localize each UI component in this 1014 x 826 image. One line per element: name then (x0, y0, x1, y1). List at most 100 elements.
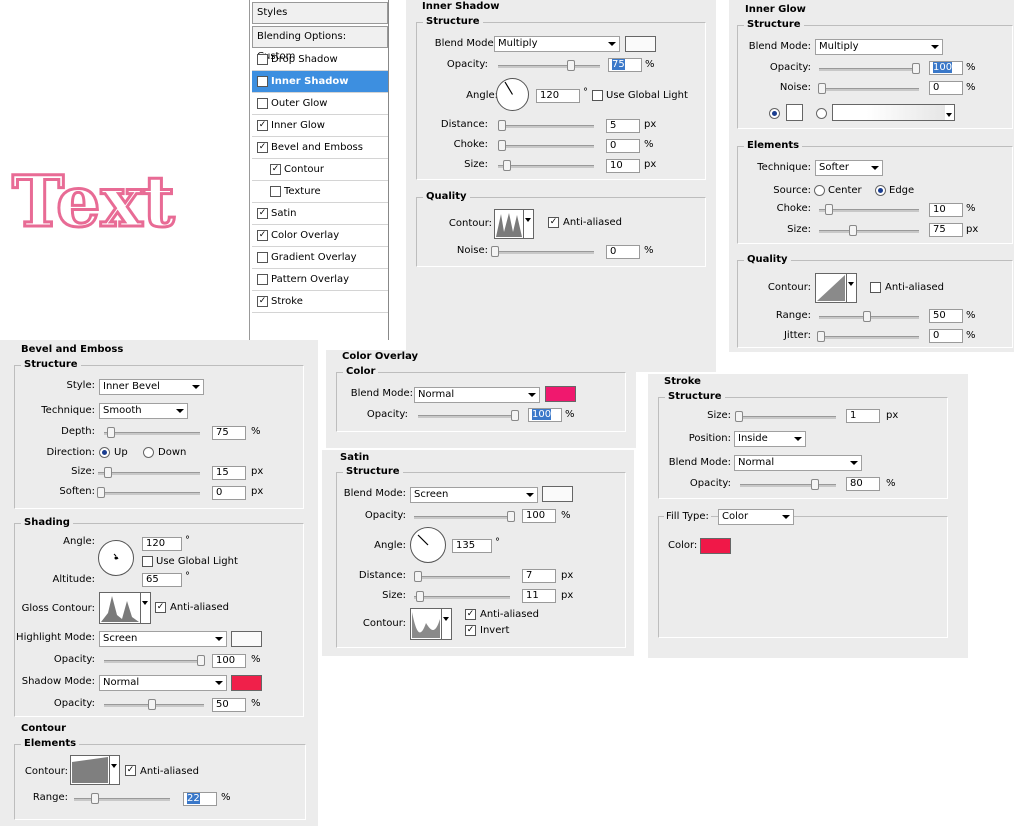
size-slider[interactable] (98, 467, 200, 478)
gloss-contour-preview[interactable] (99, 592, 141, 624)
highlight-opacity-thumb[interactable] (197, 655, 205, 666)
highlight-color-swatch[interactable] (231, 631, 262, 647)
soften-input[interactable]: 0 (212, 486, 246, 500)
global-light-checkbox[interactable] (142, 556, 153, 567)
style-item-pattern-overlay[interactable]: Pattern Overlay (252, 269, 389, 291)
style-item-checkbox[interactable] (257, 54, 268, 65)
depth-slider-thumb[interactable] (106, 427, 115, 438)
direction-up-radio[interactable] (99, 447, 110, 458)
range-input[interactable]: 22 (183, 792, 217, 806)
choke-slider-thumb[interactable] (497, 140, 506, 151)
anti-aliased-checkbox[interactable] (870, 282, 881, 293)
angle-input[interactable]: 135 (452, 539, 492, 553)
opacity-slider[interactable] (414, 511, 515, 522)
opacity-slider-thumb[interactable] (511, 410, 519, 421)
shadow-color-swatch[interactable] (231, 675, 262, 691)
anti-aliased-checkbox[interactable]: ✓ (548, 217, 559, 228)
distance-slider-thumb[interactable] (413, 571, 422, 582)
style-item-texture[interactable]: Texture (252, 181, 389, 203)
style-item-checkbox[interactable] (257, 252, 268, 263)
angle-dial[interactable] (98, 540, 134, 576)
anti-aliased-checkbox[interactable]: ✓ (465, 609, 476, 620)
size-slider-thumb[interactable] (849, 225, 857, 236)
source-center-radio[interactable] (814, 185, 825, 196)
gradient-radio[interactable] (816, 108, 827, 119)
size-slider-thumb[interactable] (104, 467, 113, 478)
shadow-color-swatch[interactable] (625, 36, 656, 52)
choke-input[interactable]: 10 (929, 203, 963, 217)
jitter-slider[interactable] (817, 331, 919, 342)
opacity-slider-thumb[interactable] (507, 511, 515, 522)
style-item-checkbox[interactable] (257, 274, 268, 285)
blend-mode-select[interactable]: Multiply (494, 36, 620, 52)
invert-checkbox[interactable]: ✓ (465, 625, 476, 636)
style-item-color-overlay[interactable]: ✓ Color Overlay (252, 225, 389, 247)
angle-input[interactable]: 120 (536, 89, 580, 103)
shadow-opacity-thumb[interactable] (148, 699, 156, 710)
contour-dropdown[interactable] (110, 755, 120, 785)
style-item-gradient-overlay[interactable]: Gradient Overlay (252, 247, 389, 269)
contour-dropdown[interactable] (442, 608, 452, 640)
distance-slider[interactable] (497, 120, 594, 131)
range-slider[interactable] (74, 793, 170, 804)
angle-input[interactable]: 120 (142, 537, 182, 551)
depth-slider[interactable] (104, 427, 200, 438)
noise-input[interactable]: 0 (929, 81, 963, 95)
noise-slider-thumb[interactable] (818, 83, 826, 94)
style-select[interactable]: Inner Bevel (99, 379, 204, 395)
size-slider-thumb[interactable] (735, 411, 743, 422)
opacity-slider-thumb[interactable] (810, 479, 819, 490)
soften-slider[interactable] (97, 487, 200, 498)
contour-dropdown[interactable] (847, 273, 857, 303)
gloss-contour-dropdown[interactable] (141, 592, 151, 624)
style-item-checkbox[interactable]: ✓ (257, 208, 268, 219)
size-input[interactable]: 15 (212, 466, 246, 480)
choke-slider[interactable] (819, 204, 919, 215)
size-input[interactable]: 10 (606, 159, 640, 173)
style-item-bevel-and-emboss[interactable]: ✓ Bevel and Emboss (252, 137, 389, 159)
choke-slider[interactable] (497, 140, 594, 151)
style-item-checkbox[interactable]: ✓ (257, 120, 268, 131)
opacity-slider-thumb[interactable] (567, 60, 576, 71)
style-item-checkbox[interactable]: ✓ (257, 296, 268, 307)
noise-slider[interactable] (818, 83, 919, 94)
styles-header[interactable]: Styles (252, 2, 388, 24)
range-slider[interactable] (819, 311, 919, 322)
global-light-checkbox[interactable] (592, 90, 603, 101)
altitude-input[interactable]: 65 (142, 573, 182, 587)
range-slider-thumb[interactable] (863, 311, 871, 322)
contour-preview[interactable] (70, 755, 110, 785)
style-item-checkbox[interactable] (257, 98, 268, 109)
overlay-color-swatch[interactable] (545, 386, 576, 402)
opacity-slider[interactable] (740, 479, 836, 490)
opacity-input[interactable]: 100 (522, 509, 556, 523)
anti-aliased-checkbox[interactable]: ✓ (155, 602, 166, 613)
highlight-opacity-slider[interactable] (104, 655, 205, 666)
contour-preview[interactable] (410, 608, 442, 640)
size-input[interactable]: 1 (846, 409, 880, 423)
style-item-checkbox[interactable]: ✓ (257, 230, 268, 241)
solid-color-radio[interactable] (769, 108, 780, 119)
angle-dial[interactable] (410, 527, 446, 563)
size-slider[interactable] (735, 411, 836, 422)
style-item-drop-shadow[interactable]: Drop Shadow (252, 49, 389, 71)
style-item-outer-glow[interactable]: Outer Glow (252, 93, 389, 115)
blend-mode-select[interactable]: Screen (410, 487, 538, 503)
angle-dial[interactable] (496, 78, 529, 111)
noise-slider-thumb[interactable] (491, 246, 500, 257)
blend-mode-select[interactable]: Normal (414, 387, 540, 403)
size-slider[interactable] (414, 591, 510, 602)
source-edge-radio[interactable] (875, 185, 886, 196)
shadow-opacity-input[interactable]: 50 (212, 698, 246, 712)
distance-slider[interactable] (413, 571, 510, 582)
direction-down-radio[interactable] (143, 447, 154, 458)
satin-color-swatch[interactable] (542, 486, 573, 502)
size-slider-thumb[interactable] (415, 591, 424, 602)
shadow-mode-select[interactable]: Normal (99, 675, 227, 691)
range-input[interactable]: 50 (929, 309, 963, 323)
gradient-dropdown[interactable] (945, 104, 955, 121)
jitter-slider-thumb[interactable] (817, 331, 825, 342)
depth-input[interactable]: 75 (212, 426, 246, 440)
contour-preview[interactable] (815, 273, 847, 303)
glow-color-swatch[interactable] (786, 104, 803, 121)
